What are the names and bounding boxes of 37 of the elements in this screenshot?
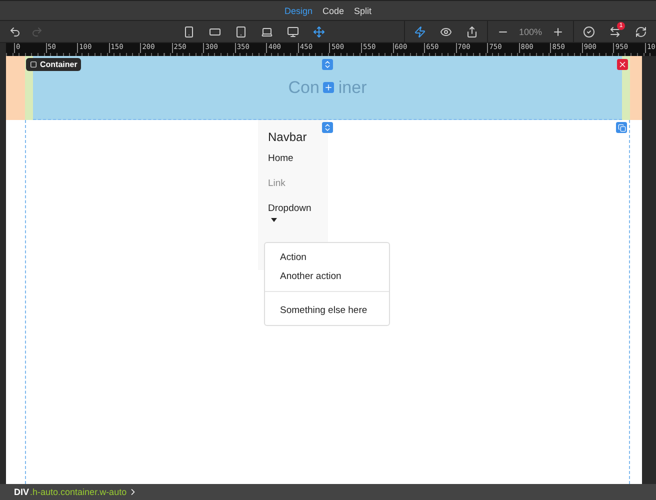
monitor-icon[interactable] (286, 26, 299, 38)
dropdown-item[interactable]: Another action (265, 267, 389, 286)
container-text: Con (288, 78, 320, 98)
add-icon[interactable] (323, 82, 334, 93)
lightning-icon[interactable] (414, 26, 426, 38)
laptop-icon[interactable] (260, 26, 273, 38)
navbar-brand[interactable]: Navbar (268, 130, 328, 144)
container-text: iner (338, 78, 367, 98)
resize-handle-icon[interactable] (322, 59, 332, 70)
container-tag[interactable]: Container (26, 58, 82, 71)
resize-handle-icon[interactable] (322, 122, 333, 133)
tablet-icon[interactable] (234, 26, 247, 38)
check-circle-icon[interactable] (583, 26, 595, 38)
square-icon (30, 61, 37, 68)
view-tab[interactable]: Design (284, 6, 312, 16)
undo-icon[interactable] (9, 26, 21, 38)
phone-icon[interactable] (182, 26, 195, 38)
nav-link[interactable]: Home (268, 153, 328, 164)
dropdown-item[interactable]: Something else here (265, 301, 389, 320)
margin-area (6, 56, 25, 120)
zoom-in-icon[interactable] (552, 26, 564, 38)
element-tag[interactable]: DIV (14, 487, 30, 497)
copy-icon[interactable] (616, 122, 627, 133)
tablet-landscape-icon[interactable] (208, 26, 221, 38)
view-tab[interactable]: Split (354, 6, 372, 16)
share-icon[interactable] (466, 26, 478, 38)
margin-area (630, 56, 642, 120)
view-tab[interactable]: Code (322, 6, 344, 16)
element-classes[interactable]: .h-auto.container.w-auto (30, 487, 127, 497)
zoom-level: 100% (518, 26, 542, 36)
caret-icon[interactable] (271, 218, 277, 222)
move-icon[interactable] (312, 26, 325, 38)
eye-icon[interactable] (440, 26, 452, 38)
dropdown-item[interactable]: Action (265, 248, 389, 267)
close-icon[interactable] (617, 59, 628, 70)
nav-link[interactable]: Dropdown (268, 203, 328, 214)
refresh-icon[interactable] (635, 26, 647, 38)
